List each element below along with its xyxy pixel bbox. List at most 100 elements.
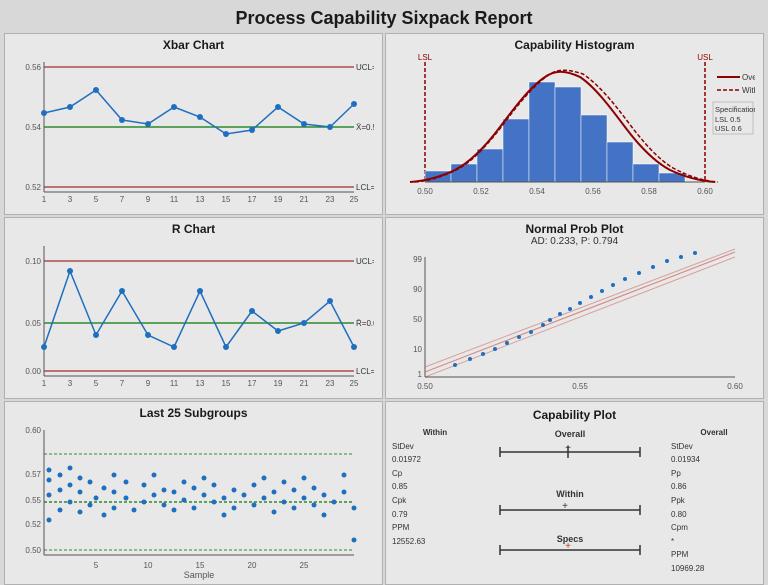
usl-spec: USL 0.6 xyxy=(715,124,742,133)
svg-text:10: 10 xyxy=(143,561,152,570)
svg-text:0.50: 0.50 xyxy=(25,546,41,555)
svg-text:0.52: 0.52 xyxy=(25,183,41,192)
histogram-svg: LSL USL 0.50 0.52 0.54 0.56 xyxy=(395,52,755,212)
histogram-panel: Capability Histogram LSL USL xyxy=(385,33,764,215)
svg-text:0.05: 0.05 xyxy=(25,319,41,328)
within-ppm-label: PPM xyxy=(392,521,478,535)
svg-text:+: + xyxy=(565,443,571,454)
rchart-svg: Sample Range UCL=0.0918 R̄=0.0402 LCL=0 … xyxy=(14,236,374,396)
svg-text:0.60: 0.60 xyxy=(25,426,41,435)
capability-svg: Overall Within Specs + + xyxy=(480,422,660,562)
svg-text:5: 5 xyxy=(93,195,98,204)
normalprob-svg: 1 10 50 90 99 0.50 0.55 0.60 xyxy=(395,247,755,395)
lsl-spec: LSL 0.5 xyxy=(715,115,741,124)
svg-text:0.52: 0.52 xyxy=(25,520,41,529)
within-stats: Within StDev 0.01972 Cp 0.85 Cpk 0.79 PP… xyxy=(390,422,480,580)
cap-overall-label: Overall xyxy=(555,429,586,439)
cap-within-label: Within xyxy=(556,489,583,499)
overall-ppm-label: PPM xyxy=(671,548,757,562)
svg-text:5: 5 xyxy=(93,379,98,388)
svg-text:0.56: 0.56 xyxy=(585,187,601,196)
svg-text:1: 1 xyxy=(417,370,422,379)
svg-text:0.55: 0.55 xyxy=(25,496,41,505)
overall-ppm-val: 10969.28 xyxy=(671,562,757,576)
within-cpk-val: 0.79 xyxy=(392,508,478,522)
svg-text:17: 17 xyxy=(247,379,256,388)
svg-text:23: 23 xyxy=(325,195,334,204)
within-stdev-val: 0.01972 xyxy=(392,453,478,467)
within-cpk-label: Cpk xyxy=(392,494,478,508)
lsl-label: LSL xyxy=(417,53,432,62)
svg-text:0.57: 0.57 xyxy=(25,470,41,479)
usl-label: USL xyxy=(697,53,713,62)
overall-ppk-val: 0.80 xyxy=(671,508,757,522)
svg-text:1: 1 xyxy=(41,195,46,204)
svg-text:21: 21 xyxy=(299,379,308,388)
overall-ppk-label: Ppk xyxy=(671,494,757,508)
normalprob-subtitle: AD: 0.233, P: 0.794 xyxy=(531,236,618,247)
capability-panel: Capability Plot Within StDev 0.01972 Cp … xyxy=(385,401,764,585)
svg-text:+: + xyxy=(562,501,568,512)
svg-text:17: 17 xyxy=(247,195,256,204)
overall-pp-label: Pp xyxy=(671,467,757,481)
svg-text:15: 15 xyxy=(221,195,230,204)
overall-pp-val: 0.86 xyxy=(671,480,757,494)
svg-text:13: 13 xyxy=(195,379,204,388)
subgroups-xlabel: Sample xyxy=(183,570,214,580)
rchart-mean-label: R̄=0.0402 xyxy=(356,319,374,328)
xbar-chart-panel: Xbar Chart Sample Mean UCL=0.57578 X̄=0.… xyxy=(4,33,383,215)
overall-cpm-val: * xyxy=(671,535,757,549)
rchart-lcl-label: LCL=0 xyxy=(356,367,374,376)
svg-text:5: 5 xyxy=(93,561,98,570)
svg-text:3: 3 xyxy=(67,195,72,204)
svg-text:9: 9 xyxy=(145,195,150,204)
svg-text:0.54: 0.54 xyxy=(25,123,41,132)
svg-text:50: 50 xyxy=(413,315,422,324)
svg-text:0.55: 0.55 xyxy=(572,382,588,391)
svg-text:7: 7 xyxy=(119,379,124,388)
within-ppm-val: 12552.63 xyxy=(392,535,478,549)
xbar-title: Xbar Chart xyxy=(163,38,224,52)
svg-text:0.50: 0.50 xyxy=(417,187,433,196)
svg-text:25: 25 xyxy=(349,379,358,388)
svg-text:19: 19 xyxy=(273,379,282,388)
svg-text:0.58: 0.58 xyxy=(641,187,657,196)
capability-title: Capability Plot xyxy=(533,408,616,422)
main-title: Process Capability Sixpack Report xyxy=(235,0,532,33)
svg-text:90: 90 xyxy=(413,285,422,294)
xbar-ucl-label: UCL=0.57578 xyxy=(356,63,374,72)
svg-text:0.60: 0.60 xyxy=(697,187,713,196)
xbar-mean-label: X̄=0.54646 xyxy=(356,123,374,132)
legend-within: Within xyxy=(742,86,755,95)
subgroups-svg: Values 0.50 0.52 0.55 0.57 0.60 5 10 15 … xyxy=(14,420,374,580)
overall-stdev-label: StDev xyxy=(671,440,757,454)
svg-text:25: 25 xyxy=(299,561,308,570)
svg-text:0.10: 0.10 xyxy=(25,257,41,266)
within-cp-val: 0.85 xyxy=(392,480,478,494)
svg-text:0.60: 0.60 xyxy=(727,382,743,391)
svg-text:9: 9 xyxy=(145,379,150,388)
svg-text:21: 21 xyxy=(299,195,308,204)
capability-chart-area: Overall Within Specs + + xyxy=(480,422,669,580)
rchart-ucl-label: UCL=0.0918 xyxy=(356,257,374,266)
rchart-line xyxy=(44,271,354,347)
svg-text:15: 15 xyxy=(221,379,230,388)
xbar-svg: Sample Mean UCL=0.57578 X̄=0.54646 LCL=0… xyxy=(14,52,374,212)
normalprob-panel: Normal Prob Plot AD: 0.233, P: 0.794 1 1… xyxy=(385,217,764,399)
legend-overall: Overall xyxy=(742,73,755,82)
svg-text:25: 25 xyxy=(349,195,358,204)
svg-text:11: 11 xyxy=(169,195,178,204)
specs-label: Specifications xyxy=(715,105,755,114)
overall-stats: Overall StDev 0.01934 Pp 0.86 Ppk 0.80 C… xyxy=(669,422,759,580)
svg-text:10: 10 xyxy=(413,345,422,354)
svg-text:13: 13 xyxy=(195,195,204,204)
svg-text:7: 7 xyxy=(119,195,124,204)
subgroups-title: Last 25 Subgroups xyxy=(139,406,247,420)
histogram-title: Capability Histogram xyxy=(514,38,634,52)
svg-text:0.56: 0.56 xyxy=(25,63,41,72)
svg-text:0.50: 0.50 xyxy=(417,382,433,391)
rchart-panel: R Chart Sample Range UCL=0.0918 R̄=0.040… xyxy=(4,217,383,399)
svg-text:3: 3 xyxy=(67,379,72,388)
svg-text:15: 15 xyxy=(195,561,204,570)
svg-text:19: 19 xyxy=(273,195,282,204)
